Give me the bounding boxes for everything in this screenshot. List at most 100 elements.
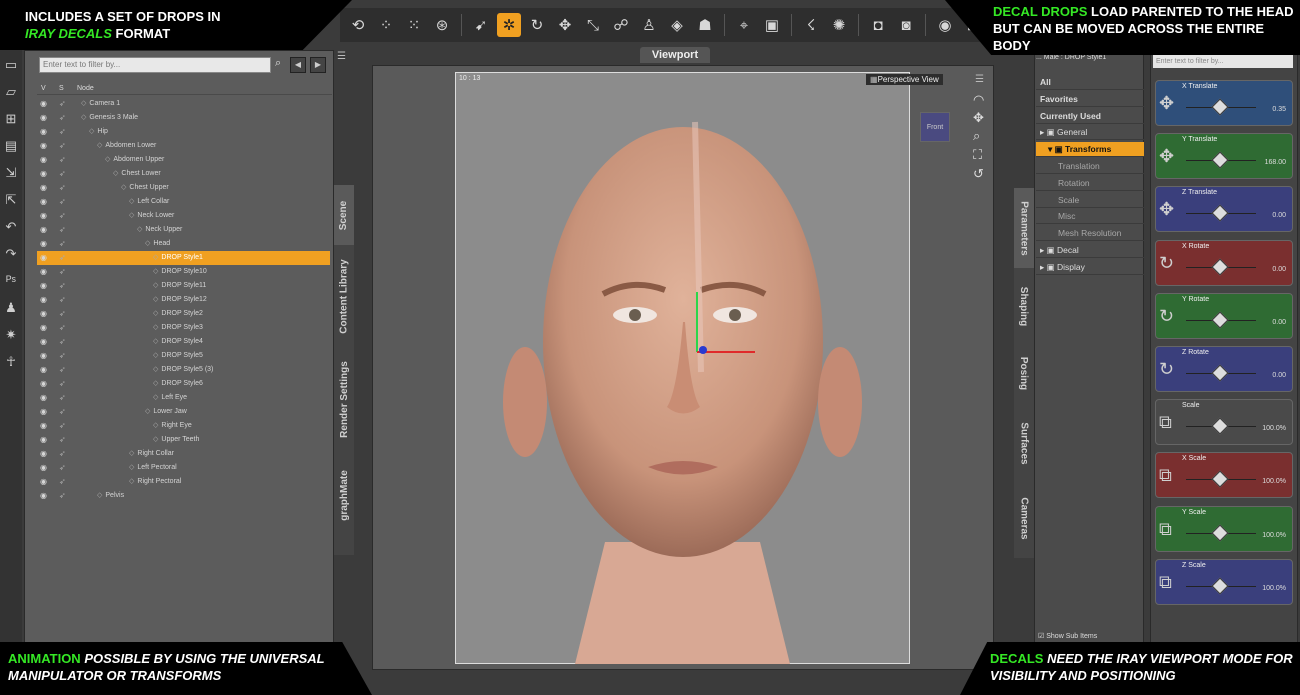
visibility-eye-icon[interactable]: ◉ xyxy=(40,139,47,153)
rotate-tool-icon[interactable]: ↻ xyxy=(525,13,549,37)
visibility-eye-icon[interactable]: ◉ xyxy=(40,307,47,321)
slider-thumb[interactable] xyxy=(1211,364,1229,382)
selectable-cursor-icon[interactable]: ➶ xyxy=(59,153,66,167)
slider-value[interactable]: 0.00 xyxy=(1272,319,1286,326)
parameter-group-item[interactable]: Rotation xyxy=(1036,176,1144,191)
selectable-cursor-icon[interactable]: ➶ xyxy=(59,209,66,223)
visibility-eye-icon[interactable]: ◉ xyxy=(40,167,47,181)
parameter-group-item[interactable]: Scale xyxy=(1036,193,1144,208)
slider-value[interactable]: 100.0% xyxy=(1262,585,1286,592)
tab-render-settings[interactable]: Render Settings xyxy=(334,349,354,449)
node-column-header[interactable]: Node xyxy=(77,85,94,92)
selectable-cursor-icon[interactable]: ➶ xyxy=(59,307,66,321)
group-expand-icon[interactable]: ▸ ▣ xyxy=(1040,245,1057,255)
selectable-cursor-icon[interactable]: ➶ xyxy=(59,195,66,209)
frame-camera-icon[interactable]: ⛶ xyxy=(973,147,982,163)
scene-node-row[interactable]: ◉ ➶ Chest Lower xyxy=(37,167,330,181)
selectable-cursor-icon[interactable]: ➶ xyxy=(59,321,66,335)
visibility-eye-icon[interactable]: ◉ xyxy=(40,419,47,433)
visibility-eye-icon[interactable]: ◉ xyxy=(40,279,47,293)
visibility-eye-icon[interactable]: ◉ xyxy=(40,363,47,377)
orbit-icon[interactable]: ⟲ xyxy=(346,13,370,37)
parameter-group-item[interactable]: ▸ ▣ Decal xyxy=(1036,243,1144,258)
parameter-group-item[interactable]: Currently Used xyxy=(1036,109,1144,124)
scene-node-row[interactable]: ◉ ➶ Left Eye xyxy=(37,391,330,405)
scene-node-row[interactable]: ◉ ➶ DROP Style10 xyxy=(37,265,330,279)
selectable-cursor-icon[interactable]: ➶ xyxy=(59,167,66,181)
selectable-cursor-icon[interactable]: ➶ xyxy=(59,293,66,307)
undo-icon[interactable]: ↶ xyxy=(6,218,17,235)
visibility-eye-icon[interactable]: ◉ xyxy=(40,223,47,237)
selectable-cursor-icon[interactable]: ➶ xyxy=(59,433,66,447)
camera-icon[interactable]: ◉ xyxy=(933,13,957,37)
visibility-eye-icon[interactable]: ◉ xyxy=(40,321,47,335)
export-icon[interactable]: ⇱ xyxy=(6,191,17,208)
parameter-slider[interactable]: ⧉ Scale 100.0% xyxy=(1155,399,1293,446)
translate-tool-icon[interactable]: ✥ xyxy=(553,13,577,37)
slider-thumb[interactable] xyxy=(1211,577,1229,595)
scene-node-row[interactable]: ◉ ➶ DROP Style1 xyxy=(37,251,330,265)
selectable-cursor-icon[interactable]: ➶ xyxy=(59,349,66,363)
scene-node-row[interactable]: ◉ ➶ Abdomen Upper xyxy=(37,153,330,167)
tab-graphmate[interactable]: graphMate xyxy=(334,455,354,535)
visibility-eye-icon[interactable]: ◉ xyxy=(40,265,47,279)
visible-column-header[interactable]: V xyxy=(41,85,46,92)
scene-node-row[interactable]: ◉ ➶ DROP Style3 xyxy=(37,321,330,335)
scene-node-row[interactable]: ◉ ➶ DROP Style12 xyxy=(37,293,330,307)
scene-node-row[interactable]: ◉ ➶ Upper Teeth xyxy=(37,433,330,447)
parameter-slider[interactable]: ⧉ Y Scale 100.0% xyxy=(1155,505,1293,552)
slider-value[interactable]: 0.00 xyxy=(1272,372,1286,379)
redo-icon[interactable]: ↷ xyxy=(6,245,17,262)
slider-value[interactable]: 100.0% xyxy=(1262,425,1286,432)
scene-node-row[interactable]: ◉ ➶ Right Pectoral xyxy=(37,475,330,489)
open-folder-icon[interactable]: ▱ xyxy=(6,83,16,100)
selectable-cursor-icon[interactable]: ➶ xyxy=(59,419,66,433)
visibility-eye-icon[interactable]: ◉ xyxy=(40,377,47,391)
group-expand-icon[interactable]: ▸ ▣ xyxy=(1040,127,1057,137)
pan-camera-icon[interactable]: ✥ xyxy=(973,110,984,126)
tab-scene[interactable]: Scene xyxy=(334,185,354,245)
selectable-cursor-icon[interactable]: ➶ xyxy=(59,377,66,391)
selectable-cursor-icon[interactable]: ➶ xyxy=(59,447,66,461)
slider-thumb[interactable] xyxy=(1211,524,1229,542)
parameters-breadcrumb[interactable]: ... Male : DROP Style1 xyxy=(1036,54,1138,61)
render-icon[interactable]: ◘ xyxy=(866,13,890,37)
parameter-slider[interactable]: ↻ Y Rotate 0.00 xyxy=(1155,292,1293,339)
visibility-eye-icon[interactable]: ◉ xyxy=(40,433,47,447)
visibility-eye-icon[interactable]: ◉ xyxy=(40,251,47,265)
new-file-icon[interactable]: ▭ xyxy=(5,56,17,73)
selectable-cursor-icon[interactable]: ➶ xyxy=(59,405,66,419)
import-icon[interactable]: ⇲ xyxy=(6,164,17,181)
joint-editor-icon[interactable]: ✷ xyxy=(6,326,17,343)
visibility-eye-icon[interactable]: ◉ xyxy=(40,335,47,349)
scene-node-row[interactable]: ◉ ➶ Right Eye xyxy=(37,419,330,433)
save-icon[interactable]: ▤ xyxy=(5,137,17,154)
render-settings-icon[interactable]: ◙ xyxy=(894,13,918,37)
selectable-cursor-icon[interactable]: ➶ xyxy=(59,475,66,489)
selectable-cursor-icon[interactable]: ➶ xyxy=(59,489,66,503)
visibility-eye-icon[interactable]: ◉ xyxy=(40,349,47,363)
visibility-eye-icon[interactable]: ◉ xyxy=(40,293,47,307)
parameter-slider[interactable]: ⧉ Z Scale 100.0% xyxy=(1155,558,1293,605)
scene-node-row[interactable]: ◉ ➶ DROP Style5 xyxy=(37,349,330,363)
scene-node-row[interactable]: ◉ ➶ Abdomen Lower xyxy=(37,139,330,153)
slider-value[interactable]: 100.0% xyxy=(1262,478,1286,485)
node-weight-icon[interactable]: ☇ xyxy=(799,13,823,37)
parameter-filter-input[interactable]: Enter text to filter by... xyxy=(1153,55,1293,68)
tab-cameras[interactable]: Cameras xyxy=(1014,483,1034,553)
parameter-slider[interactable]: ✥ X Translate 0.35 xyxy=(1155,80,1293,126)
region-tool-icon[interactable]: ☗ xyxy=(693,13,717,37)
group-expand-icon[interactable]: ▾ ▣ xyxy=(1048,144,1065,154)
node-select-icon[interactable]: ⁘ xyxy=(374,13,398,37)
scene-node-row[interactable]: ◉ ➶ Head xyxy=(37,237,330,251)
selectable-cursor-icon[interactable]: ➶ xyxy=(59,223,66,237)
scene-node-row[interactable]: ◉ ➶ Left Pectoral xyxy=(37,461,330,475)
visibility-eye-icon[interactable]: ◉ xyxy=(40,391,47,405)
scene-node-row[interactable]: ◉ ➶ DROP Style2 xyxy=(37,307,330,321)
parameter-group-item[interactable]: Favorites xyxy=(1036,92,1144,107)
scene-node-row[interactable]: ◉ ➶ Neck Lower xyxy=(37,209,330,223)
selectable-cursor-icon[interactable]: ➶ xyxy=(59,335,66,349)
visibility-eye-icon[interactable]: ◉ xyxy=(40,447,47,461)
visibility-eye-icon[interactable]: ◉ xyxy=(40,153,47,167)
visibility-eye-icon[interactable]: ◉ xyxy=(40,195,47,209)
